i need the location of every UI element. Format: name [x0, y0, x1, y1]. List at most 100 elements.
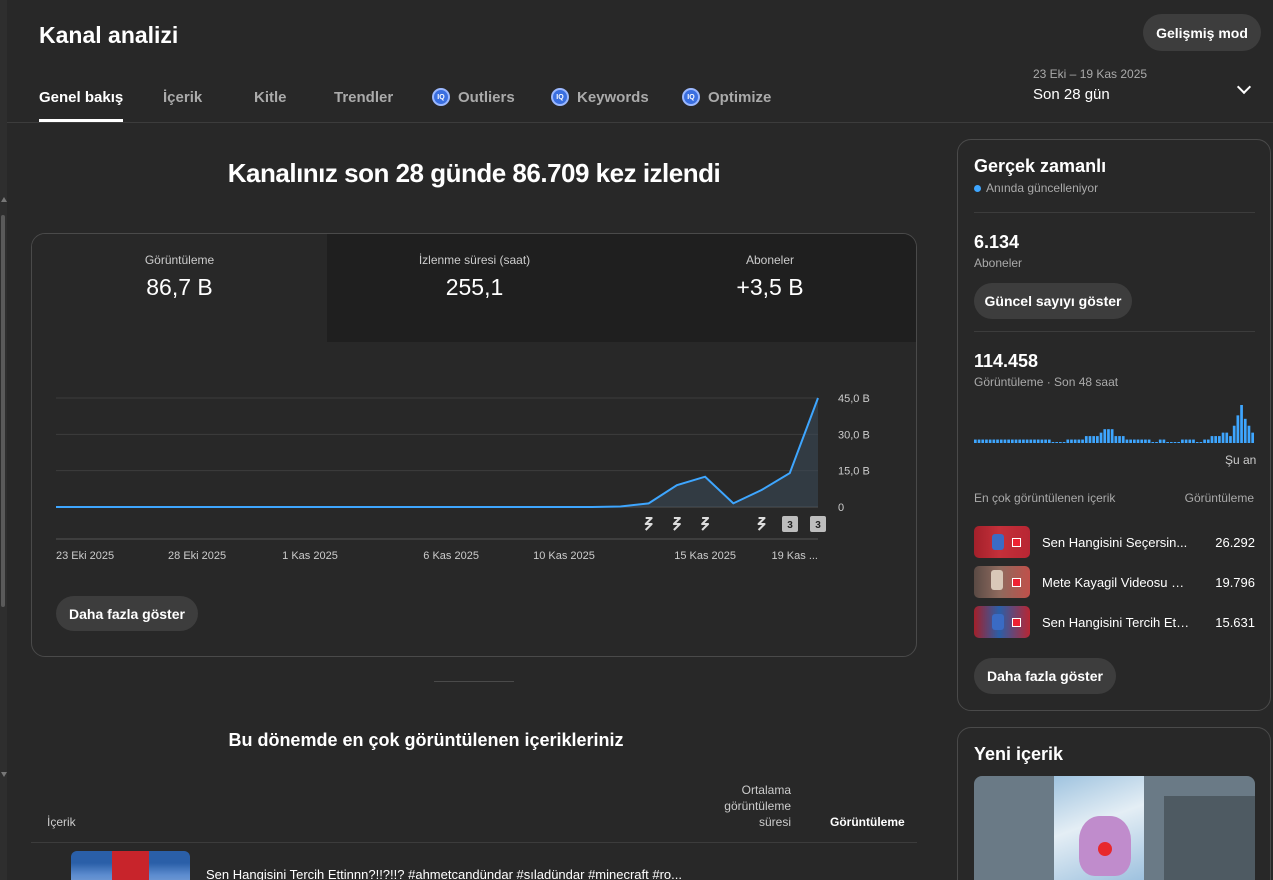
table-row-title[interactable]: Sen Hangisini Tercih Ettinnn?!!?!!? #ahm…: [206, 867, 682, 880]
chart-data-point: [732, 502, 734, 504]
realtime-bar: [1129, 439, 1132, 443]
realtime-card: Gerçek zamanlı Anında güncelleniyor 6.13…: [957, 139, 1271, 711]
tab-i-erik[interactable]: İçerik: [163, 78, 202, 122]
date-range-label: Son 28 gün: [1033, 86, 1110, 103]
video-thumbnail[interactable]: [71, 851, 190, 880]
tab-label: Keywords: [577, 89, 649, 106]
tab-optimize[interactable]: IQ Optimize: [682, 78, 771, 122]
metric-value: +3,5 B: [736, 274, 804, 300]
chart-marker-count: 3: [815, 520, 821, 531]
scrollbar-thumb[interactable]: [1, 215, 5, 607]
tab-outliers[interactable]: IQ Outliers: [432, 78, 515, 122]
tab-label: Optimize: [708, 89, 772, 106]
realtime-bar: [999, 439, 1003, 443]
views-line-chart: 45,0 B 30,0 B 15,0 B 0 23 Eki 2025 28 Eki 202…: [55, 393, 870, 562]
date-range-dates: 23 Eki – 19 Kas 2025: [1033, 67, 1148, 81]
realtime-bar: [1132, 439, 1136, 443]
chart-data-point: [422, 506, 424, 508]
realtime-bar: [1162, 439, 1166, 443]
column-header-views[interactable]: Görüntüleme: [830, 815, 905, 829]
realtime-bar: [1232, 425, 1236, 443]
chart-data-point: [365, 506, 367, 508]
realtime-content-row[interactable]: Mete Kayagil Videosu 2 ... 19.796: [974, 566, 1255, 598]
tab-keywords[interactable]: IQ Keywords: [551, 78, 649, 122]
realtime-bar: [1118, 436, 1121, 443]
realtime-title: Gerçek zamanlı: [974, 156, 1107, 176]
realtime-bar: [985, 439, 988, 443]
content-views: 15.631: [1215, 615, 1255, 630]
realtime-bar: [1177, 442, 1181, 443]
tab-trendler[interactable]: Trendler: [334, 78, 393, 122]
date-range-picker[interactable]: 23 Eki – 19 Kas 2025 Son 28 gün: [1033, 67, 1147, 103]
show-more-button[interactable]: Daha fazla göster: [56, 596, 198, 631]
realtime-bar: [1203, 439, 1206, 443]
tab-kitle[interactable]: Kitle: [254, 78, 287, 122]
realtime-bar: [1121, 436, 1125, 443]
realtime-bar: [1014, 439, 1018, 443]
chart-y-tick-label: 30,0 B: [838, 429, 870, 441]
realtime-bar: [1240, 405, 1243, 443]
realtime-content-row[interactable]: Sen Hangisini Seçersin... 26.292: [974, 526, 1255, 558]
advanced-mode-button[interactable]: Gelişmiş mod: [1143, 14, 1261, 51]
realtime-bar: [1151, 442, 1155, 443]
video-thumbnail: [974, 526, 1030, 558]
scroll-down-icon[interactable]: [1, 772, 7, 777]
shorts-icon: [757, 517, 766, 531]
realtime-bar: [1044, 439, 1047, 443]
chart-y-tick-label: 0: [838, 502, 844, 514]
realtime-bar: [1140, 439, 1144, 443]
show-live-count-button[interactable]: Güncel sayıyı göster: [974, 283, 1132, 319]
new-video-thumbnail[interactable]: [974, 776, 1255, 880]
chart-data-point: [619, 506, 621, 508]
realtime-bar: [992, 439, 996, 443]
realtime-bar: [1195, 442, 1199, 443]
realtime-bar: [1166, 442, 1169, 443]
metrics-card: Görüntüleme 86,7 B İzlenme süresi (saat)…: [31, 233, 917, 657]
metric-tab-views[interactable]: Görüntüleme 86,7 B: [32, 234, 327, 342]
chart-data-point: [196, 506, 198, 508]
content-title: Mete Kayagil Videosu 2 ...: [1042, 575, 1190, 590]
column-header-avg-duration[interactable]: Ortalama görüntüleme süresi: [700, 782, 791, 830]
page-scrollbar[interactable]: [0, 0, 7, 880]
top-content-heading: En çok görüntülenen içerik: [974, 491, 1116, 505]
video-thumbnail: [974, 606, 1030, 638]
scroll-up-icon[interactable]: [1, 197, 7, 202]
chart-data-point: [253, 506, 255, 508]
realtime-bar: [1096, 436, 1099, 443]
realtime-bar: [1099, 432, 1103, 443]
realtime-bar: [1181, 439, 1184, 443]
subscriber-label: Aboneler: [974, 256, 1023, 270]
realtime-bar: [1229, 436, 1232, 443]
realtime-bar: [1136, 439, 1140, 443]
metric-tab-subscribers[interactable]: Aboneler +3,5 B: [622, 234, 916, 342]
realtime-show-more-button[interactable]: Daha fazla göster: [974, 658, 1116, 694]
realtime-content-row[interactable]: Sen Hangisini Tercih Ett... 15.631: [974, 606, 1255, 638]
metric-tab-watch-time[interactable]: İzlenme süresi (saat) 255,1: [327, 234, 622, 342]
realtime-bar: [1018, 439, 1022, 443]
realtime-bar: [1184, 439, 1188, 443]
metric-value: 86,7 B: [146, 274, 213, 300]
chevron-down-icon[interactable]: [1236, 79, 1252, 95]
new-content-card: Yeni içerik: [957, 727, 1271, 880]
realtime-bar: [1188, 439, 1192, 443]
realtime-bar: [1040, 439, 1044, 443]
chart-x-tick-label: 15 Kas 2025: [674, 550, 736, 562]
realtime-bar: [988, 439, 992, 443]
realtime-bar: [974, 439, 977, 443]
chart-data-point: [309, 506, 311, 508]
metric-value: 255,1: [445, 274, 504, 300]
chart-data-point: [55, 506, 57, 508]
realtime-bar: [1059, 442, 1062, 443]
tab-genel-bak-[interactable]: Genel bakış: [39, 78, 124, 122]
tab-label: Trendler: [334, 89, 394, 106]
realtime-live-indicator: Anında güncelleniyor: [974, 181, 1098, 195]
chart-area: [56, 398, 818, 507]
column-header-content: İçerik: [47, 815, 76, 829]
realtime-bar: [1114, 436, 1118, 443]
metric-label: Görüntüleme: [144, 253, 215, 267]
divider: [974, 212, 1255, 213]
thumbnail-art: [112, 851, 149, 880]
realtime-views-count: 114.458: [974, 351, 1039, 371]
realtime-bar: [1084, 436, 1088, 443]
shorts-icon: [644, 517, 653, 531]
